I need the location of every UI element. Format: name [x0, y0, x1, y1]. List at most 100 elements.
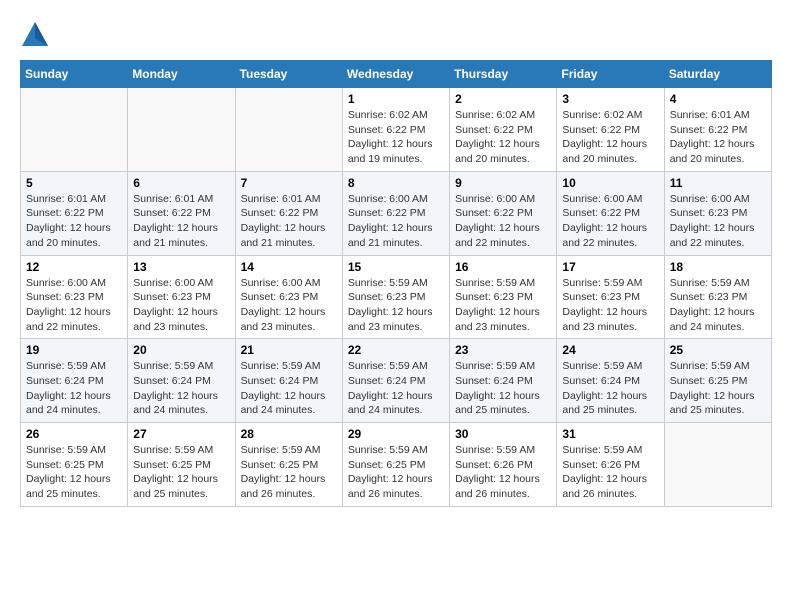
- day-info: Sunrise: 5:59 AM Sunset: 6:23 PM Dayligh…: [562, 276, 658, 335]
- day-info: Sunrise: 5:59 AM Sunset: 6:24 PM Dayligh…: [241, 359, 337, 418]
- day-number: 30: [455, 427, 551, 441]
- calendar-week-row: 26 Sunrise: 5:59 AM Sunset: 6:25 PM Dayli…: [21, 423, 772, 507]
- day-number: 17: [562, 260, 658, 274]
- day-info: Sunrise: 6:01 AM Sunset: 6:22 PM Dayligh…: [133, 192, 229, 251]
- day-number: 9: [455, 176, 551, 190]
- day-number: 5: [26, 176, 122, 190]
- calendar-cell: 26 Sunrise: 5:59 AM Sunset: 6:25 PM Dayli…: [21, 423, 128, 507]
- day-info: Sunrise: 6:00 AM Sunset: 6:22 PM Dayligh…: [562, 192, 658, 251]
- day-number: 10: [562, 176, 658, 190]
- day-number: 3: [562, 92, 658, 106]
- calendar-cell: 23 Sunrise: 5:59 AM Sunset: 6:24 PM Dayli…: [450, 339, 557, 423]
- weekday-header: Wednesday: [342, 61, 449, 88]
- calendar-cell: 24 Sunrise: 5:59 AM Sunset: 6:24 PM Dayli…: [557, 339, 664, 423]
- day-number: 11: [670, 176, 766, 190]
- logo: [20, 20, 54, 50]
- day-info: Sunrise: 5:59 AM Sunset: 6:25 PM Dayligh…: [348, 443, 444, 502]
- calendar-cell: 1 Sunrise: 6:02 AM Sunset: 6:22 PM Daylig…: [342, 88, 449, 172]
- day-number: 2: [455, 92, 551, 106]
- day-info: Sunrise: 5:59 AM Sunset: 6:25 PM Dayligh…: [133, 443, 229, 502]
- calendar-cell: 14Sunrise: 6:00 AM Sunset: 6:23 PM Dayli…: [235, 255, 342, 339]
- calendar-cell: [664, 423, 771, 507]
- calendar-table: SundayMondayTuesdayWednesdayThursdayFrid…: [20, 60, 772, 507]
- day-number: 24: [562, 343, 658, 357]
- day-info: Sunrise: 5:59 AM Sunset: 6:24 PM Dayligh…: [133, 359, 229, 418]
- calendar-cell: [128, 88, 235, 172]
- day-info: Sunrise: 5:59 AM Sunset: 6:23 PM Dayligh…: [455, 276, 551, 335]
- day-number: 21: [241, 343, 337, 357]
- day-number: 13: [133, 260, 229, 274]
- calendar-cell: 7 Sunrise: 6:01 AM Sunset: 6:22 PM Daylig…: [235, 171, 342, 255]
- day-number: 1: [348, 92, 444, 106]
- day-info: Sunrise: 5:59 AM Sunset: 6:25 PM Dayligh…: [26, 443, 122, 502]
- day-info: Sunrise: 6:02 AM Sunset: 6:22 PM Dayligh…: [455, 108, 551, 167]
- weekday-header: Thursday: [450, 61, 557, 88]
- calendar-cell: 17 Sunrise: 5:59 AM Sunset: 6:23 PM Dayli…: [557, 255, 664, 339]
- calendar-cell: 29Sunrise: 5:59 AM Sunset: 6:25 PM Dayli…: [342, 423, 449, 507]
- day-number: 25: [670, 343, 766, 357]
- calendar-week-row: 19 Sunrise: 5:59 AM Sunset: 6:24 PM Dayli…: [21, 339, 772, 423]
- calendar-cell: 30 Sunrise: 5:59 AM Sunset: 6:26 PM Dayli…: [450, 423, 557, 507]
- day-number: 31: [562, 427, 658, 441]
- day-info: Sunrise: 5:59 AM Sunset: 6:23 PM Dayligh…: [670, 276, 766, 335]
- calendar-week-row: 12Sunrise: 6:00 AM Sunset: 6:23 PM Dayli…: [21, 255, 772, 339]
- calendar-cell: 16 Sunrise: 5:59 AM Sunset: 6:23 PM Dayli…: [450, 255, 557, 339]
- calendar-cell: 3 Sunrise: 6:02 AM Sunset: 6:22 PM Daylig…: [557, 88, 664, 172]
- calendar-week-row: 1 Sunrise: 6:02 AM Sunset: 6:22 PM Daylig…: [21, 88, 772, 172]
- day-info: Sunrise: 6:02 AM Sunset: 6:22 PM Dayligh…: [348, 108, 444, 167]
- calendar-cell: 21 Sunrise: 5:59 AM Sunset: 6:24 PM Dayli…: [235, 339, 342, 423]
- day-number: 16: [455, 260, 551, 274]
- day-info: Sunrise: 6:01 AM Sunset: 6:22 PM Dayligh…: [670, 108, 766, 167]
- calendar-cell: 20 Sunrise: 5:59 AM Sunset: 6:24 PM Dayli…: [128, 339, 235, 423]
- calendar-header: SundayMondayTuesdayWednesdayThursdayFrid…: [21, 61, 772, 88]
- calendar-cell: 8 Sunrise: 6:00 AM Sunset: 6:22 PM Daylig…: [342, 171, 449, 255]
- calendar-cell: 13 Sunrise: 6:00 AM Sunset: 6:23 PM Dayli…: [128, 255, 235, 339]
- weekday-header: Saturday: [664, 61, 771, 88]
- logo-icon: [20, 20, 50, 50]
- day-number: 4: [670, 92, 766, 106]
- calendar-cell: 4 Sunrise: 6:01 AM Sunset: 6:22 PM Daylig…: [664, 88, 771, 172]
- day-info: Sunrise: 6:00 AM Sunset: 6:23 PM Dayligh…: [133, 276, 229, 335]
- day-number: 20: [133, 343, 229, 357]
- day-info: Sunrise: 5:59 AM Sunset: 6:24 PM Dayligh…: [455, 359, 551, 418]
- day-info: Sunrise: 6:00 AM Sunset: 6:23 PM Dayligh…: [670, 192, 766, 251]
- day-info: Sunrise: 5:59 AM Sunset: 6:24 PM Dayligh…: [562, 359, 658, 418]
- day-info: Sunrise: 6:02 AM Sunset: 6:22 PM Dayligh…: [562, 108, 658, 167]
- day-number: 6: [133, 176, 229, 190]
- calendar-week-row: 5 Sunrise: 6:01 AM Sunset: 6:22 PM Daylig…: [21, 171, 772, 255]
- day-info: Sunrise: 5:59 AM Sunset: 6:24 PM Dayligh…: [26, 359, 122, 418]
- calendar-cell: 10 Sunrise: 6:00 AM Sunset: 6:22 PM Dayli…: [557, 171, 664, 255]
- day-number: 8: [348, 176, 444, 190]
- day-number: 7: [241, 176, 337, 190]
- day-number: 23: [455, 343, 551, 357]
- calendar-cell: 11 Sunrise: 6:00 AM Sunset: 6:23 PM Dayli…: [664, 171, 771, 255]
- calendar-cell: 12Sunrise: 6:00 AM Sunset: 6:23 PM Dayli…: [21, 255, 128, 339]
- weekday-row: SundayMondayTuesdayWednesdayThursdayFrid…: [21, 61, 772, 88]
- weekday-header: Sunday: [21, 61, 128, 88]
- day-info: Sunrise: 5:59 AM Sunset: 6:23 PM Dayligh…: [348, 276, 444, 335]
- day-number: 19: [26, 343, 122, 357]
- day-number: 18: [670, 260, 766, 274]
- day-info: Sunrise: 6:01 AM Sunset: 6:22 PM Dayligh…: [26, 192, 122, 251]
- day-info: Sunrise: 6:00 AM Sunset: 6:22 PM Dayligh…: [455, 192, 551, 251]
- calendar-cell: 15 Sunrise: 5:59 AM Sunset: 6:23 PM Dayli…: [342, 255, 449, 339]
- page-header: [20, 20, 772, 50]
- day-number: 28: [241, 427, 337, 441]
- calendar-cell: 22 Sunrise: 5:59 AM Sunset: 6:24 PM Dayli…: [342, 339, 449, 423]
- day-number: 27: [133, 427, 229, 441]
- calendar-cell: [21, 88, 128, 172]
- day-info: Sunrise: 5:59 AM Sunset: 6:26 PM Dayligh…: [455, 443, 551, 502]
- day-info: Sunrise: 5:59 AM Sunset: 6:26 PM Dayligh…: [562, 443, 658, 502]
- day-number: 15: [348, 260, 444, 274]
- calendar-cell: 19 Sunrise: 5:59 AM Sunset: 6:24 PM Dayli…: [21, 339, 128, 423]
- weekday-header: Monday: [128, 61, 235, 88]
- day-number: 26: [26, 427, 122, 441]
- calendar-cell: 25Sunrise: 5:59 AM Sunset: 6:25 PM Dayli…: [664, 339, 771, 423]
- day-number: 22: [348, 343, 444, 357]
- calendar-cell: 31 Sunrise: 5:59 AM Sunset: 6:26 PM Dayli…: [557, 423, 664, 507]
- calendar-body: 1 Sunrise: 6:02 AM Sunset: 6:22 PM Daylig…: [21, 88, 772, 507]
- day-info: Sunrise: 6:00 AM Sunset: 6:23 PM Dayligh…: [26, 276, 122, 335]
- day-info: Sunrise: 5:59 AM Sunset: 6:24 PM Dayligh…: [348, 359, 444, 418]
- day-info: Sunrise: 6:00 AM Sunset: 6:22 PM Dayligh…: [348, 192, 444, 251]
- day-info: Sunrise: 6:01 AM Sunset: 6:22 PM Dayligh…: [241, 192, 337, 251]
